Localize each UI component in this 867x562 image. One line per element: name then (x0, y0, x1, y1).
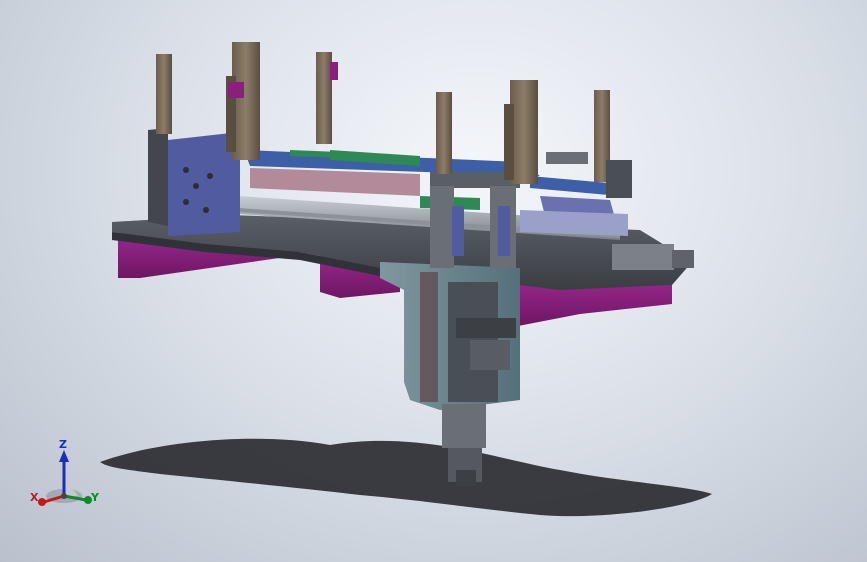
graphics-viewport[interactable]: Z X Y (0, 0, 867, 562)
cad-model[interactable] (0, 0, 867, 562)
orientation-triad[interactable]: Z X Y (28, 438, 108, 510)
z-axis-label: Z (59, 438, 67, 451)
vertical-housing[interactable] (380, 262, 520, 410)
bottom-motor[interactable] (442, 404, 486, 486)
side-motor[interactable] (612, 244, 694, 270)
y-axis-label: Y (91, 491, 99, 504)
ground-shadow (100, 438, 712, 517)
x-axis-label: X (30, 491, 39, 504)
